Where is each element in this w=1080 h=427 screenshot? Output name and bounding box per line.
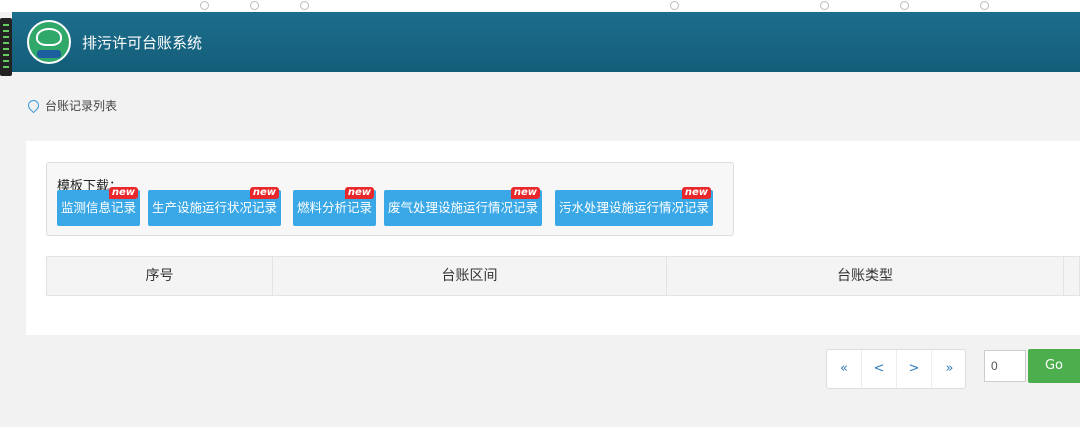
ledger-table-header: 序号 台账区间 台账类型 (46, 256, 1080, 296)
toolbar-circle-icon (250, 1, 259, 10)
new-badge: new (108, 187, 139, 199)
location-pin-icon (25, 97, 42, 114)
mee-logo (27, 20, 71, 64)
last-page-button[interactable]: » (932, 350, 967, 388)
template-exhaust-button[interactable]: 废气处理设施运行情况记录 new (384, 187, 543, 226)
pagination: « < > » (826, 349, 966, 389)
browser-toolbar-strip (0, 0, 1080, 12)
toolbar-circle-icon (980, 1, 989, 10)
toolbar-circle-icon (900, 1, 909, 10)
new-badge: new (510, 187, 541, 199)
app-title: 排污许可台账系统 (82, 34, 203, 52)
template-production-button[interactable]: 生产设施运行状况记录 new (148, 187, 282, 226)
template-monitoring-button[interactable]: 监测信息记录 new (57, 187, 141, 226)
prev-page-button[interactable]: < (862, 350, 897, 388)
toolbar-circle-icon (200, 1, 209, 10)
new-badge: new (344, 187, 375, 199)
toolbar-circle-icon (820, 1, 829, 10)
column-header-type[interactable]: 台账类型 (667, 257, 1064, 295)
template-fuel-button[interactable]: 燃料分析记录 new (293, 187, 377, 226)
new-badge: new (681, 187, 712, 199)
go-button[interactable]: Go (1028, 349, 1080, 383)
left-drag-handle[interactable] (0, 18, 12, 76)
breadcrumb: 台账记录列表 (25, 97, 118, 114)
page-number-input[interactable] (984, 350, 1026, 382)
template-wastewater-button[interactable]: 污水处理设施运行情况记录 new (555, 187, 714, 226)
toolbar-circle-icon (300, 1, 309, 10)
column-header-period[interactable]: 台账区间 (273, 257, 667, 295)
app-header: 排污许可台账系统 (12, 12, 1080, 72)
breadcrumb-label: 台账记录列表 (45, 99, 118, 113)
first-page-button[interactable]: « (827, 350, 862, 388)
toolbar-circle-icon (670, 1, 679, 10)
new-badge: new (249, 187, 280, 199)
column-header-index[interactable]: 序号 (47, 257, 273, 295)
next-page-button[interactable]: > (897, 350, 932, 388)
